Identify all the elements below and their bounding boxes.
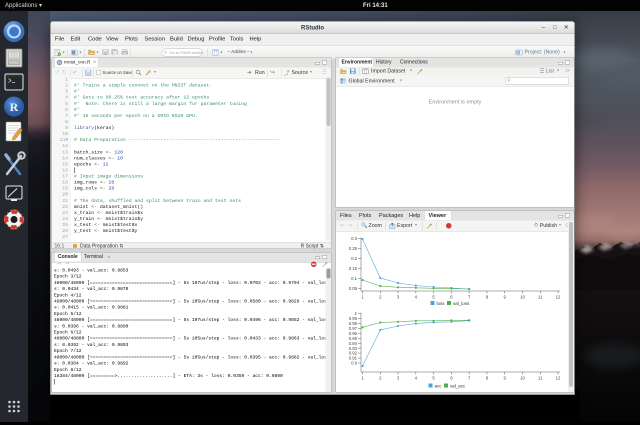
svg-text:R: R — [10, 100, 19, 114]
svg-text:0.1: 0.1 — [351, 276, 358, 281]
svg-text:0.25: 0.25 — [349, 246, 358, 251]
svg-text:12: 12 — [556, 376, 561, 381]
svg-text:7: 7 — [468, 295, 471, 300]
svg-text:2: 2 — [379, 295, 382, 300]
svg-text:12: 12 — [556, 295, 561, 300]
svg-text:11: 11 — [538, 376, 543, 381]
svg-text:9: 9 — [504, 295, 507, 300]
svg-text:8: 8 — [486, 295, 489, 300]
svg-text:2: 2 — [379, 376, 382, 381]
svg-text:7: 7 — [468, 376, 471, 381]
svg-text:3: 3 — [397, 376, 400, 381]
svg-text:5: 5 — [432, 295, 435, 300]
svg-text:10: 10 — [520, 295, 525, 300]
svg-text:0.9: 0.9 — [351, 361, 358, 366]
svg-text:10: 10 — [520, 376, 525, 381]
svg-text:R: R — [58, 60, 61, 65]
svg-text:0.05: 0.05 — [349, 286, 358, 291]
svg-text:val_loss: val_loss — [453, 301, 470, 306]
svg-text:4: 4 — [415, 376, 418, 381]
svg-text:6: 6 — [450, 295, 453, 300]
svg-text:4: 4 — [415, 295, 418, 300]
svg-text:6: 6 — [450, 376, 453, 381]
svg-text:val_acc: val_acc — [450, 383, 466, 388]
svg-text:1: 1 — [361, 376, 364, 381]
svg-text:0.2: 0.2 — [351, 256, 358, 261]
svg-text:11: 11 — [538, 295, 543, 300]
svg-text:0.15: 0.15 — [349, 266, 358, 271]
svg-text:acc: acc — [435, 383, 443, 388]
svg-text:9: 9 — [504, 376, 507, 381]
svg-text:5: 5 — [432, 376, 435, 381]
svg-text:3: 3 — [397, 295, 400, 300]
svg-text:loss: loss — [437, 301, 446, 306]
svg-text:8: 8 — [486, 376, 489, 381]
svg-text:0.3: 0.3 — [351, 236, 358, 241]
svg-text:1: 1 — [361, 295, 364, 300]
